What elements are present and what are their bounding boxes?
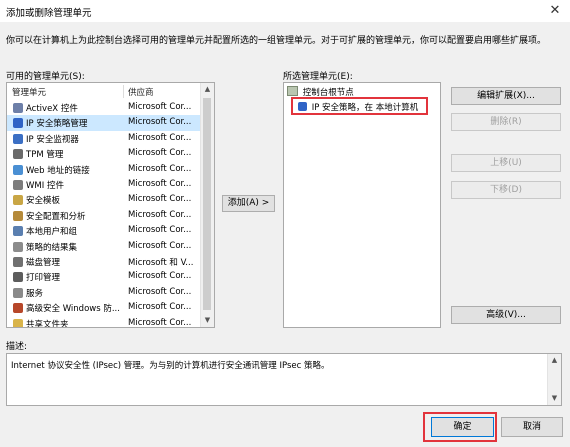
table-row[interactable]: 共享文件夹 Microsoft Cor... [7,316,202,328]
snapin-vendor: Microsoft Cor... [128,302,192,313]
snapin-vendor: Microsoft Cor... [128,271,192,282]
table-row[interactable]: 安全配置和分析 Microsoft Cor... [7,208,202,223]
highlight-box-ok [423,412,497,442]
table-row[interactable]: 本地用户和组 Microsoft Cor... [7,223,202,238]
table-row[interactable]: Web 地址的链接 Microsoft Cor... [7,162,202,177]
table-row[interactable]: WMI 控件 Microsoft Cor... [7,177,202,192]
snapin-vendor: Microsoft Cor... [128,179,192,189]
table-row[interactable]: 高级安全 Windows 防... Microsoft Cor... [7,300,202,315]
snapin-name: 安全模板 [26,196,61,207]
move-down-button[interactable]: 下移(D) [451,181,561,199]
snapin-name: WMI 控件 [26,181,64,191]
local-users-icon [13,226,23,237]
table-row[interactable]: TPM 管理 Microsoft Cor... [7,146,202,161]
snapin-vendor: Microsoft Cor... [128,163,192,174]
snapin-vendor: Microsoft 和 V... [128,258,194,268]
scroll-down-icon[interactable]: ▼ [201,314,214,327]
snapin-vendor: Microsoft Cor... [128,240,192,251]
intro-text: 你可以在计算机上为此控制台选择可用的管理单元并配置所选的一组管理单元。对于可扩展… [6,36,547,46]
security-config-icon [13,210,23,221]
snapin-name: 安全配置和分析 [26,211,86,222]
description-scrollbar[interactable]: ▲ ▼ [547,354,561,405]
available-snapins-list[interactable]: 管理单元 供应商 ActiveX 控件 Microsoft Cor... IP 安全… [6,82,215,328]
tpm-icon [13,149,23,160]
snapin-vendor: Microsoft Cor... [128,317,192,328]
edit-extensions-button[interactable]: 编辑扩展(X)... [451,87,561,105]
available-snapins-label: 可用的管理单元(S): [6,72,85,82]
snapin-vendor: Microsoft Cor... [128,286,192,297]
description-text: Internet 协议安全性 (IPsec) 管理。为与别的计算机进行安全通讯管… [11,361,330,371]
ip-security-monitor-icon [13,133,23,144]
title-bar: 添加或删除管理单元 ✕ [0,0,570,22]
snapin-name: 高级安全 Windows 防... [26,304,120,315]
print-management-icon [13,272,23,283]
snapin-vendor: Microsoft Cor... [128,148,192,159]
table-row[interactable]: 打印管理 Microsoft Cor... [7,269,202,284]
snapin-vendor: Microsoft Cor... [128,225,192,236]
table-row[interactable]: IP 安全监视器 Microsoft Cor... [7,131,202,146]
column-header-vendor[interactable]: 供应商 [128,86,154,98]
web-link-icon [13,164,23,175]
close-icon[interactable]: ✕ [546,2,564,20]
description-label: 描述: [6,342,28,352]
shared-folder-icon [13,318,23,327]
wmi-icon [13,180,23,190]
policy-result-icon [13,241,23,252]
snapin-vendor: Microsoft Cor... [128,209,192,220]
snapin-vendor: Microsoft Cor... [128,117,192,128]
console-root-icon [287,86,298,96]
snapin-vendor: Microsoft Cor... [128,194,192,205]
add-button[interactable]: 添加(A) > [222,195,275,212]
snapin-vendor: Microsoft Cor... [128,102,192,112]
table-row[interactable]: 安全模板 Microsoft Cor... [7,192,202,207]
list-header: 管理单元 供应商 [7,83,202,99]
services-icon [13,287,23,298]
snapin-name: 共享文件夹 [26,319,69,328]
available-list-scrollbar[interactable]: ▲ ▼ [200,83,214,327]
disk-management-icon [13,257,23,267]
snapin-name: 服务 [26,288,44,299]
selected-snapins-label: 所选管理单元(E): [283,72,353,82]
scroll-up-icon[interactable]: ▲ [201,83,214,96]
security-template-icon [13,195,23,206]
remove-button[interactable]: 删除(R) [451,113,561,131]
firewall-icon [13,303,23,314]
table-row[interactable]: IP 安全策略管理 Microsoft Cor... [7,115,202,131]
table-row[interactable]: 磁盘管理 Microsoft 和 V... [7,254,202,269]
highlight-box-selected-item [291,97,428,115]
cancel-button[interactable]: 取消 [501,417,563,437]
table-row[interactable]: 策略的结果集 Microsoft Cor... [7,239,202,254]
scroll-up-icon[interactable]: ▲ [548,354,561,367]
snapin-name: 磁盘管理 [26,258,61,268]
column-header-snapin[interactable]: 管理单元 [12,86,46,98]
table-row[interactable]: 服务 Microsoft Cor... [7,285,202,300]
advanced-button[interactable]: 高级(V)... [451,306,561,324]
scroll-thumb[interactable] [203,98,211,310]
ip-security-policy-icon [13,118,23,129]
scroll-down-icon[interactable]: ▼ [548,392,561,405]
snapin-name: 策略的结果集 [26,242,78,253]
move-up-button[interactable]: 上移(U) [451,154,561,172]
snapin-name: IP 安全策略管理 [26,119,88,130]
snapin-name: TPM 管理 [26,150,64,161]
snapin-name: 本地用户和组 [26,227,78,238]
table-row[interactable]: ActiveX 控件 Microsoft Cor... [7,100,202,115]
snapin-name: IP 安全监视器 [26,134,79,145]
activex-icon [13,103,23,113]
snapin-name: ActiveX 控件 [26,104,78,114]
window-title: 添加或删除管理单元 [6,8,92,19]
snapin-vendor: Microsoft Cor... [128,132,192,143]
snapin-name: 打印管理 [26,273,61,284]
selected-snapins-tree[interactable]: 控制台根节点 IP 安全策略，在 本地计算机 [283,82,441,328]
snapin-name: Web 地址的链接 [26,165,90,176]
description-box: Internet 协议安全性 (IPsec) 管理。为与别的计算机进行安全通讯管… [6,353,562,406]
